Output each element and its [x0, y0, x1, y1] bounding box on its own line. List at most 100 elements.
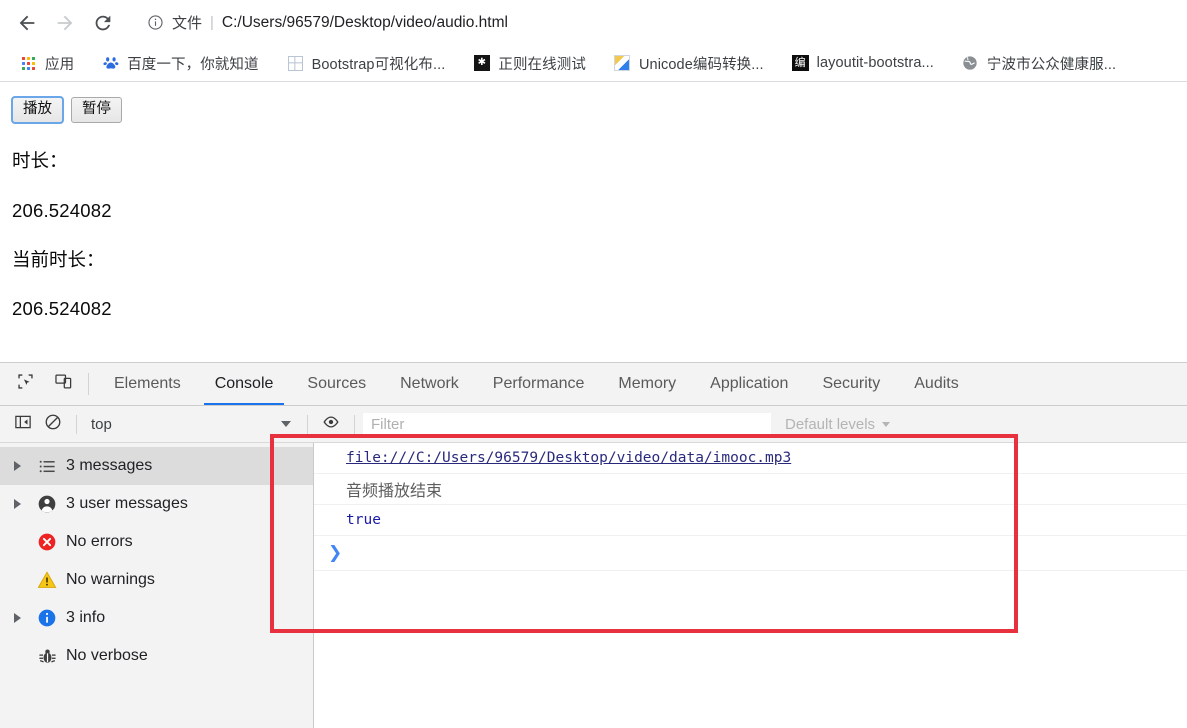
console-sidebar-toggle-button[interactable]: [8, 409, 38, 439]
clear-console-icon: [44, 413, 62, 436]
regex-dark-icon: ✱: [473, 55, 490, 72]
info-circle-icon[interactable]: [144, 12, 166, 34]
bookmark-regex[interactable]: ✱ 正则在线测试: [467, 50, 592, 76]
sidebar-item-label: No warnings: [66, 571, 155, 588]
devtools-tab-list: Elements Console Sources Network Perform…: [97, 363, 976, 405]
url-text[interactable]: C:/Users/96579/Desktop/video/audio.html: [222, 14, 508, 32]
toolbar-divider: [88, 373, 89, 395]
expand-arrow-icon[interactable]: [14, 613, 32, 623]
console-sidebar: 3 messages 3 user messages No errors No …: [0, 443, 314, 728]
filterbar-divider-3: [354, 414, 355, 434]
bookmark-bootstrap[interactable]: Bootstrap可视化布...: [281, 50, 452, 76]
forward-button[interactable]: [48, 6, 82, 40]
info-icon: [32, 608, 62, 628]
console-prompt[interactable]: ❯: [314, 536, 1187, 571]
sidebar-item-label: 3 messages: [66, 457, 153, 474]
device-toggle-icon: [54, 372, 73, 396]
console-message-row[interactable]: 音频播放结束: [314, 474, 1187, 505]
bookmark-unicode[interactable]: Unicode编码转换...: [608, 50, 770, 76]
clear-console-button[interactable]: [38, 409, 68, 439]
tab-security[interactable]: Security: [805, 363, 897, 405]
console-filter-bar: top Filter Default levels: [0, 406, 1187, 443]
console-message-link[interactable]: file:///C:/Users/96579/Desktop/video/dat…: [346, 450, 791, 466]
duration-value: 206.524082: [12, 199, 112, 221]
tab-network[interactable]: Network: [383, 363, 476, 405]
tab-application[interactable]: Application: [693, 363, 805, 405]
execution-context-selector[interactable]: top: [85, 416, 299, 433]
expand-arrow-icon[interactable]: [14, 499, 32, 509]
sidebar-item-info[interactable]: 3 info: [0, 599, 313, 637]
log-levels-selector[interactable]: Default levels: [785, 415, 891, 433]
console-message-value: true: [346, 512, 381, 528]
tab-performance[interactable]: Performance: [476, 363, 602, 405]
bug-icon: [32, 647, 62, 666]
address-bar[interactable]: 文件 | C:/Users/96579/Desktop/video/audio.…: [134, 8, 1177, 38]
tab-audits[interactable]: Audits: [897, 363, 975, 405]
unicode-icon: [614, 55, 631, 72]
sidebar-item-label: No errors: [66, 533, 133, 550]
chevron-down-icon: [281, 421, 291, 427]
pause-button[interactable]: 暂停: [71, 97, 122, 124]
play-button[interactable]: 播放: [11, 95, 64, 125]
warning-icon: [32, 570, 62, 590]
chevron-down-icon: [882, 421, 891, 427]
reload-button[interactable]: [86, 6, 120, 40]
inspect-cursor-icon: [16, 372, 35, 396]
console-message-list: file:///C:/Users/96579/Desktop/video/dat…: [314, 443, 1187, 728]
sidebar-item-user-messages[interactable]: 3 user messages: [0, 485, 313, 523]
bookmark-layoutit[interactable]: 编 layoutit-bootstra...: [786, 50, 940, 76]
bookmark-label: 宁波市公众健康服...: [986, 56, 1117, 73]
devtools-panel: Elements Console Sources Network Perform…: [0, 362, 1187, 728]
sidebar-item-label: No verbose: [66, 647, 148, 664]
grid-four-icon: [287, 55, 304, 72]
browser-toolbar: 文件 | C:/Users/96579/Desktop/video/audio.…: [0, 0, 1187, 45]
reload-icon: [92, 12, 114, 34]
sidebar-item-label: 3 info: [66, 609, 106, 626]
execution-context-label: top: [91, 415, 112, 433]
arrow-right-icon: [54, 12, 76, 34]
tab-sources[interactable]: Sources: [290, 363, 383, 405]
console-body: 3 messages 3 user messages No errors No …: [0, 443, 1187, 728]
console-message-row[interactable]: file:///C:/Users/96579/Desktop/video/dat…: [314, 443, 1187, 474]
back-button[interactable]: [10, 6, 44, 40]
list-icon: [32, 457, 62, 476]
error-icon: [32, 532, 62, 552]
bookmark-label: 应用: [45, 56, 75, 73]
filterbar-divider-2: [307, 414, 308, 434]
prompt-caret-icon: ❯: [328, 543, 343, 563]
inspect-element-button[interactable]: [6, 363, 44, 405]
bookmark-label: layoutit-bootstra...: [816, 55, 934, 71]
tab-elements[interactable]: Elements: [97, 363, 198, 405]
filter-input[interactable]: Filter: [363, 412, 771, 436]
bookmarks-bar: 应用 百度一下，你就知道 Bootstrap可视化布... ✱ 正则在线测试 U…: [0, 45, 1187, 82]
bookmark-apps[interactable]: 应用: [14, 50, 80, 76]
bookmark-label: 百度一下，你就知道: [127, 56, 259, 73]
filterbar-divider-1: [76, 414, 77, 434]
devtools-tabbar: Elements Console Sources Network Perform…: [0, 363, 1187, 406]
show-console-sidebar-icon: [14, 413, 32, 436]
page-content: 播放 暂停 时长： 206.524082 当前时长： 206.524082: [0, 83, 1187, 362]
baidu-icon: [102, 55, 119, 72]
sidebar-item-verbose[interactable]: No verbose: [0, 637, 313, 675]
bookmark-label: Unicode编码转换...: [638, 56, 764, 73]
bookmark-baidu[interactable]: 百度一下，你就知道: [96, 50, 264, 76]
sidebar-item-messages[interactable]: 3 messages: [0, 447, 313, 485]
live-expression-icon: [322, 413, 340, 436]
current-time-value: 206.524082: [12, 297, 112, 319]
expand-arrow-icon[interactable]: [14, 461, 32, 471]
device-toolbar-button[interactable]: [44, 363, 82, 405]
log-levels-label: Default levels: [785, 415, 876, 433]
tab-console[interactable]: Console: [198, 363, 291, 405]
bookmark-ningbo-health[interactable]: 宁波市公众健康服...: [956, 50, 1122, 76]
console-message-text: 音频播放结束: [346, 483, 443, 500]
bian-square-icon: 编: [791, 55, 809, 72]
user-icon: [32, 494, 62, 514]
tab-memory[interactable]: Memory: [601, 363, 693, 405]
console-message-row[interactable]: true: [314, 505, 1187, 536]
sidebar-item-warnings[interactable]: No warnings: [0, 561, 313, 599]
arrow-left-icon: [16, 12, 38, 34]
sidebar-item-errors[interactable]: No errors: [0, 523, 313, 561]
apps-grid-icon: [20, 55, 37, 72]
omnibox-separator: |: [210, 14, 214, 31]
live-expression-button[interactable]: [316, 409, 346, 439]
